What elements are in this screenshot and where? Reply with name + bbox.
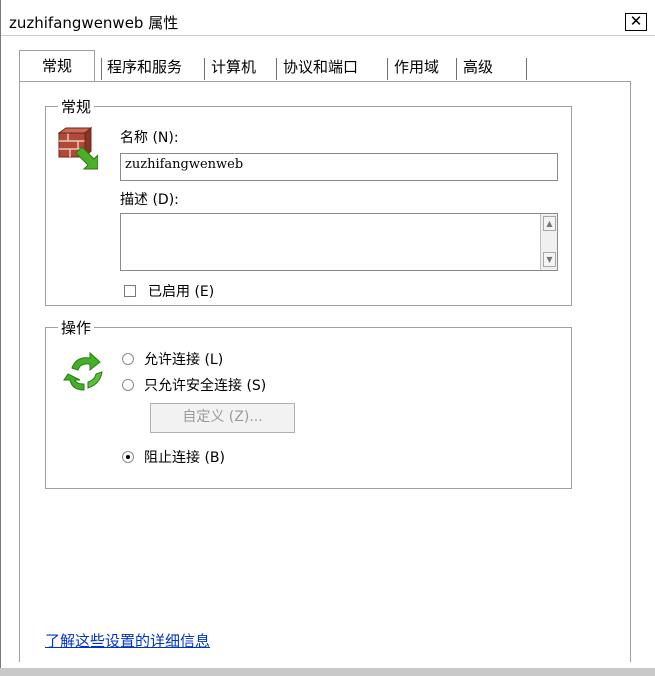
tab-strip: 常规 程序和服务 计算机 协议和端口 作用域 高级 <box>19 50 539 82</box>
bottom-strip <box>0 668 655 676</box>
tab-separator <box>204 58 205 80</box>
allow-secure-connection-label: 只允许安全连接 (S) <box>144 378 267 394</box>
enabled-label: 已启用 (E) <box>148 284 215 300</box>
tab-general[interactable]: 常规 <box>19 50 95 82</box>
tab-separator <box>456 58 457 80</box>
name-label: 名称 (N): <box>120 130 179 146</box>
tab-panel-general: 常规 名称 (N): zuzhifangwenweb 描述 (D): ▲ ▼ 已… <box>19 81 631 662</box>
tab-separator <box>276 58 277 80</box>
allow-connection-radio[interactable] <box>122 353 134 365</box>
close-button[interactable]: ✕ <box>625 13 647 31</box>
block-connection-radio[interactable] <box>122 451 134 463</box>
dialog-title: zuzhifangwenweb 属性 <box>9 14 179 32</box>
tab-separator <box>101 58 102 80</box>
general-group: 常规 名称 (N): zuzhifangwenweb 描述 (D): ▲ ▼ 已… <box>45 96 572 306</box>
title-bar: zuzhifangwenweb 属性 ✕ <box>1 7 655 36</box>
tab-computers[interactable]: 计算机 <box>207 56 260 80</box>
tab-advanced[interactable]: 高级 <box>459 56 497 80</box>
learn-more-link[interactable]: 了解这些设置的详细信息 <box>45 630 210 651</box>
action-group-label: 操作 <box>58 317 95 338</box>
tab-protocols-ports[interactable]: 协议和端口 <box>279 56 362 80</box>
tab-programs-services[interactable]: 程序和服务 <box>103 56 186 80</box>
properties-dialog: zuzhifangwenweb 属性 ✕ 常规 程序和服务 计算机 协议和端口 … <box>0 0 655 676</box>
tab-separator <box>387 58 388 80</box>
allow-secure-connection-radio[interactable] <box>122 379 134 391</box>
description-scrollbar[interactable]: ▲ ▼ <box>540 214 557 270</box>
tab-scope[interactable]: 作用域 <box>390 56 443 80</box>
description-label: 描述 (D): <box>120 192 179 208</box>
firewall-brick-icon <box>57 126 99 171</box>
block-connection-label: 阻止连接 (B) <box>144 450 225 466</box>
green-arrows-icon <box>62 350 106 394</box>
enabled-checkbox[interactable] <box>124 285 136 297</box>
general-group-label: 常规 <box>58 96 95 117</box>
action-group: 操作 允许连接 (L) 只允许安全连接 (S) 自定义 (Z)... 阻止连接 … <box>45 317 572 489</box>
scroll-up-icon[interactable]: ▲ <box>543 216 556 231</box>
allow-connection-label: 允许连接 (L) <box>144 352 224 368</box>
customize-button[interactable]: 自定义 (Z)... <box>150 403 295 433</box>
description-field[interactable] <box>120 213 558 271</box>
tab-separator <box>526 58 527 80</box>
scroll-down-icon[interactable]: ▼ <box>543 252 556 267</box>
name-field[interactable]: zuzhifangwenweb <box>120 153 558 181</box>
